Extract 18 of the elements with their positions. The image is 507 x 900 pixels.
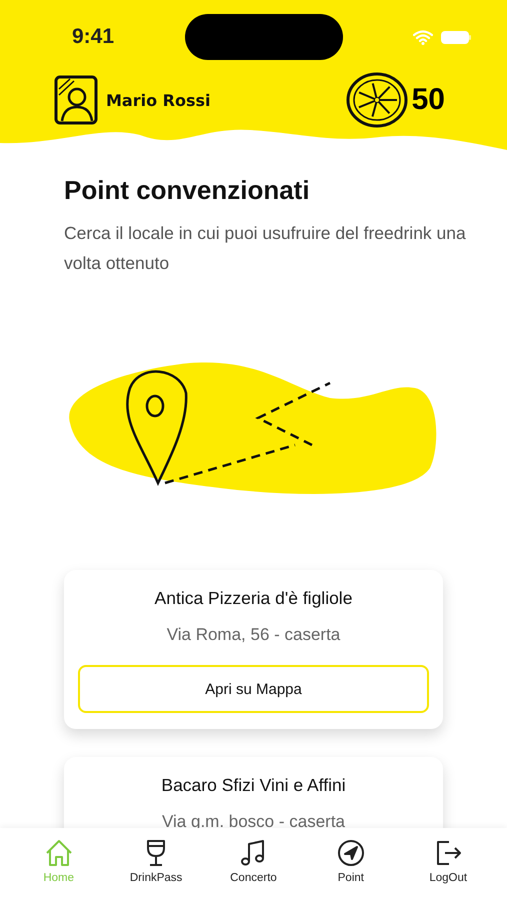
place-name: Bacaro Sfizi Vini e Affini <box>161 775 346 796</box>
lemon-slice-icon <box>346 72 408 128</box>
points-count: 50 <box>412 83 445 117</box>
page-subtitle: Cerca il locale in cui puoi usufruire del freedrink una volta ottenuto <box>64 222 467 275</box>
place-address: Via Roma, 56 - caserta <box>166 625 340 645</box>
battery-icon <box>441 30 471 44</box>
open-map-button[interactable]: Apri su Mappa <box>78 665 429 713</box>
status-time: 9:41 <box>72 25 114 49</box>
home-icon <box>44 838 74 868</box>
avatar-icon <box>54 75 98 125</box>
tab-item[interactable]: Point <box>310 828 391 900</box>
tab-item[interactable]: Concerto <box>213 828 294 900</box>
tab-item[interactable]: LogOut <box>408 828 488 900</box>
place-name: Antica Pizzeria d'è figliole <box>154 588 352 609</box>
wifi-icon <box>413 30 433 44</box>
page-title: Point convenzionati <box>64 175 311 206</box>
user-name: Mario Rossi <box>106 90 210 110</box>
tab-item[interactable]: DrinkPass <box>116 828 196 900</box>
